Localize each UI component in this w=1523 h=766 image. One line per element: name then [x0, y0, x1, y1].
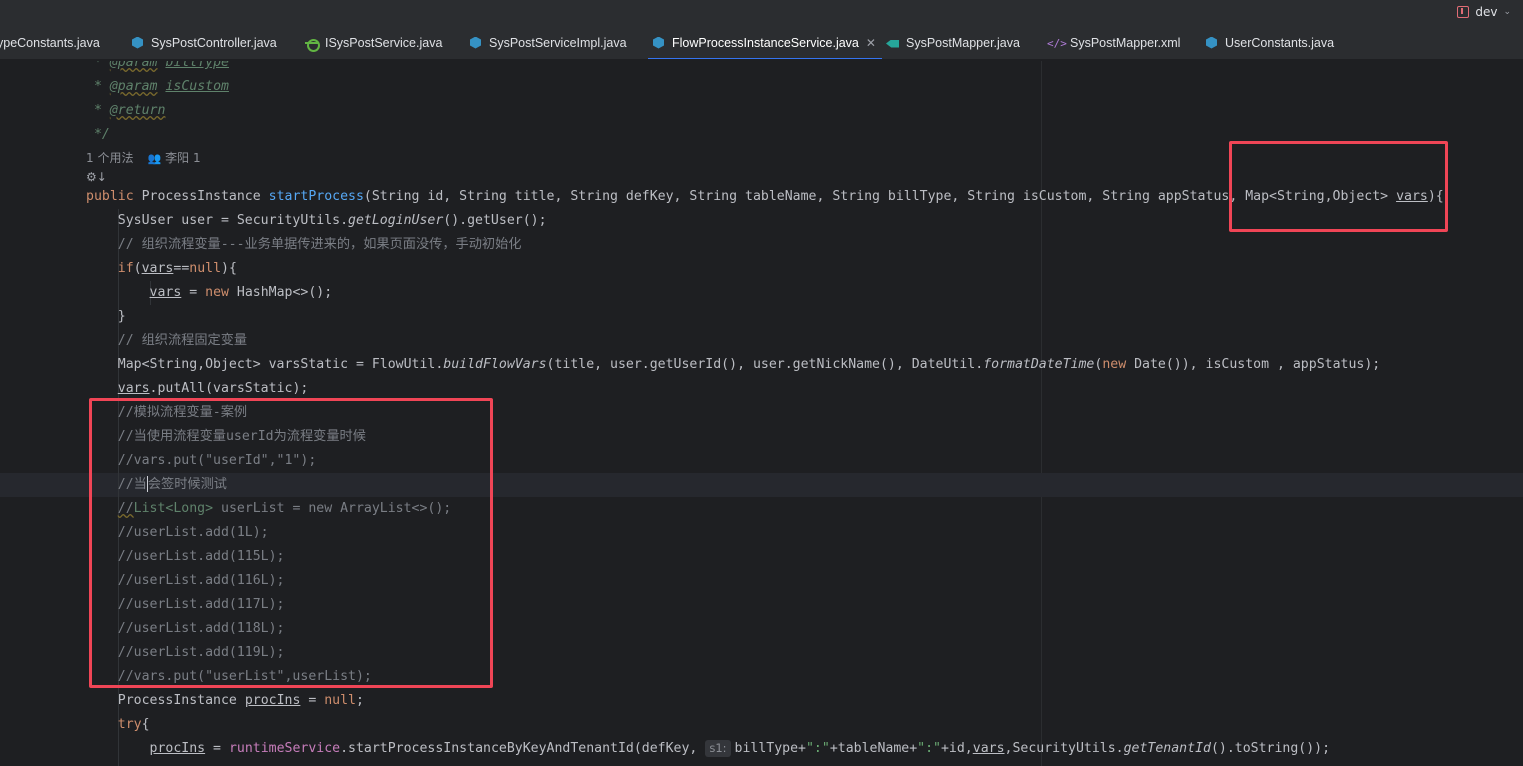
tab-isyspostservice[interactable]: ISysPostService.java	[305, 26, 443, 59]
code-line: ProcessInstance procIns = null;	[117, 693, 364, 708]
annotation-box-commented-block	[89, 398, 493, 688]
tab-userconstants[interactable]: UserConstants.java	[1205, 26, 1335, 59]
tab-label: SysPostMapper.java	[906, 36, 1020, 50]
java-class-icon	[131, 37, 144, 50]
code-line: if(vars==null){	[117, 261, 237, 276]
tab-label: ISysPostService.java	[325, 36, 443, 50]
tab-label: SysPostMapper.xml	[1070, 36, 1181, 50]
code-line: // 组织流程变量---业务单据传进来的，如果页面没传，手动初始化	[117, 237, 522, 252]
vcs-branch-icon	[1457, 6, 1470, 18]
people-icon: 👥	[147, 152, 162, 165]
java-class-icon	[1205, 37, 1218, 50]
java-class-icon	[469, 37, 482, 50]
branch-name: dev	[1475, 5, 1498, 19]
mapper-icon	[886, 37, 899, 50]
editor-tabs: ypeConstants.java SysPostController.java…	[0, 26, 1523, 60]
java-class-icon	[652, 37, 665, 50]
gutter-markers: ⚙↓	[86, 170, 107, 184]
author-hint[interactable]: 👥 李阳 1	[147, 149, 200, 167]
code-line: * @param billType	[93, 61, 229, 70]
code-line: */	[93, 127, 110, 142]
right-margin-guide	[1041, 61, 1042, 766]
code-line: * @return	[93, 103, 166, 118]
code-vision-hints: 1 个用法 👥 李阳 1	[86, 149, 201, 167]
tab-syspostserviceimpl[interactable]: SysPostServiceImpl.java	[469, 26, 627, 59]
close-tab-icon[interactable]: ✕	[866, 36, 876, 50]
tab-label: SysPostServiceImpl.java	[489, 36, 627, 50]
branch-widget[interactable]: dev ⌄	[1457, 3, 1511, 21]
code-line: SysUser user = SecurityUtils.getLoginUse…	[117, 213, 547, 228]
code-editor[interactable]: * @param billType * @param isCustom * @r…	[0, 61, 1523, 766]
annotation-box-vars-param	[1229, 141, 1448, 232]
parameter-hint: s1:	[705, 739, 731, 757]
tab-label: FlowProcessInstanceService.java	[672, 36, 859, 50]
java-interface-icon	[305, 37, 320, 52]
tab-syspostmapper-xml[interactable]: </> SysPostMapper.xml	[1047, 26, 1181, 59]
code-line: // 组织流程固定变量	[117, 333, 248, 348]
code-line: }	[117, 309, 126, 324]
tab-typeconstants[interactable]: ypeConstants.java	[0, 26, 100, 59]
tab-syspostmapper-java[interactable]: SysPostMapper.java	[886, 26, 1020, 59]
chevron-down-icon: ⌄	[1503, 7, 1511, 17]
xml-file-icon: </>	[1047, 36, 1067, 50]
code-line: Map<String,Object> varsStatic = FlowUtil…	[117, 357, 1381, 372]
code-line: * @param isCustom	[93, 79, 229, 94]
tab-flowprocessinstanceservice[interactable]: FlowProcessInstanceService.java ✕	[648, 26, 882, 59]
code-line: procIns = runtimeService.startProcessIns…	[149, 739, 1331, 757]
implementation-icon[interactable]: ⚙	[86, 170, 97, 184]
arrow-down-icon[interactable]: ↓	[97, 170, 107, 184]
code-line: vars = new HashMap<>();	[149, 285, 333, 300]
tab-label: SysPostController.java	[151, 36, 277, 50]
usages-hint[interactable]: 1 个用法	[86, 149, 133, 167]
tab-label: UserConstants.java	[1225, 36, 1335, 50]
code-line: try{	[117, 717, 150, 732]
tab-syspostcontroller[interactable]: SysPostController.java	[131, 26, 277, 59]
editor-gutter	[0, 61, 86, 766]
title-bar: dev ⌄	[0, 0, 1523, 26]
tab-label: ypeConstants.java	[0, 36, 100, 50]
